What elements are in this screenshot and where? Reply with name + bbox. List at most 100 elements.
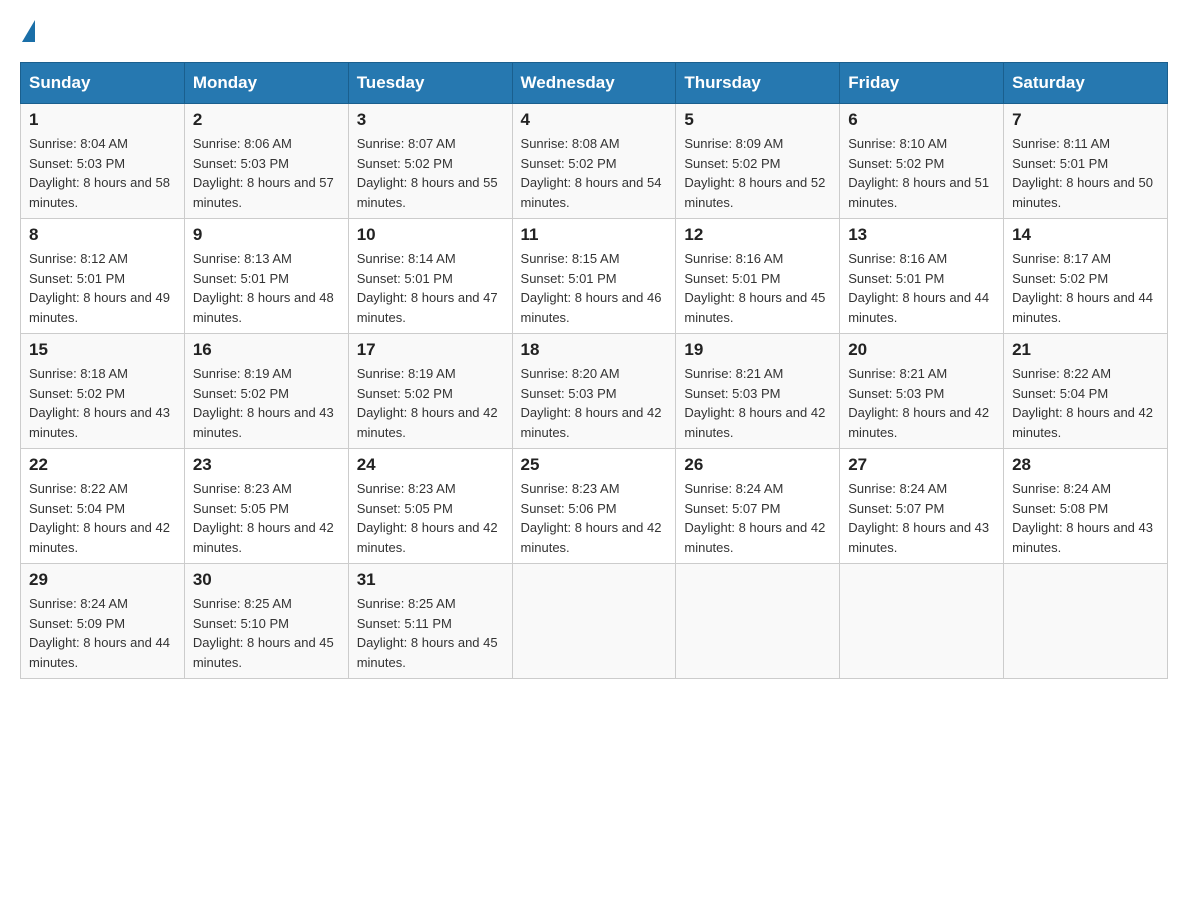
day-info: Sunrise: 8:24 AMSunset: 5:07 PMDaylight:… [848, 479, 995, 557]
day-number: 23 [193, 455, 340, 475]
calendar-cell [676, 564, 840, 679]
calendar-cell: 29 Sunrise: 8:24 AMSunset: 5:09 PMDayligh… [21, 564, 185, 679]
day-number: 20 [848, 340, 995, 360]
day-info: Sunrise: 8:24 AMSunset: 5:09 PMDaylight:… [29, 594, 176, 672]
day-info: Sunrise: 8:23 AMSunset: 5:06 PMDaylight:… [521, 479, 668, 557]
day-info: Sunrise: 8:23 AMSunset: 5:05 PMDaylight:… [193, 479, 340, 557]
header-thursday: Thursday [676, 63, 840, 104]
day-number: 9 [193, 225, 340, 245]
calendar-cell: 15 Sunrise: 8:18 AMSunset: 5:02 PMDayligh… [21, 334, 185, 449]
day-info: Sunrise: 8:17 AMSunset: 5:02 PMDaylight:… [1012, 249, 1159, 327]
day-number: 17 [357, 340, 504, 360]
day-number: 6 [848, 110, 995, 130]
day-number: 2 [193, 110, 340, 130]
calendar-week-row: 8 Sunrise: 8:12 AMSunset: 5:01 PMDaylight… [21, 219, 1168, 334]
day-info: Sunrise: 8:09 AMSunset: 5:02 PMDaylight:… [684, 134, 831, 212]
calendar-cell: 14 Sunrise: 8:17 AMSunset: 5:02 PMDayligh… [1004, 219, 1168, 334]
calendar-cell: 2 Sunrise: 8:06 AMSunset: 5:03 PMDaylight… [184, 104, 348, 219]
day-number: 30 [193, 570, 340, 590]
logo [20, 20, 35, 42]
day-info: Sunrise: 8:14 AMSunset: 5:01 PMDaylight:… [357, 249, 504, 327]
day-number: 19 [684, 340, 831, 360]
day-number: 16 [193, 340, 340, 360]
day-info: Sunrise: 8:06 AMSunset: 5:03 PMDaylight:… [193, 134, 340, 212]
day-info: Sunrise: 8:19 AMSunset: 5:02 PMDaylight:… [193, 364, 340, 442]
day-info: Sunrise: 8:22 AMSunset: 5:04 PMDaylight:… [29, 479, 176, 557]
calendar-cell: 3Sunrise: 8:07 AMSunset: 5:02 PMDaylight… [348, 104, 512, 219]
calendar-cell: 23 Sunrise: 8:23 AMSunset: 5:05 PMDayligh… [184, 449, 348, 564]
header-tuesday: Tuesday [348, 63, 512, 104]
calendar-cell: 28Sunrise: 8:24 AMSunset: 5:08 PMDayligh… [1004, 449, 1168, 564]
header-saturday: Saturday [1004, 63, 1168, 104]
day-info: Sunrise: 8:07 AMSunset: 5:02 PMDaylight:… [357, 134, 504, 212]
day-number: 1 [29, 110, 176, 130]
calendar-cell: 13 Sunrise: 8:16 AMSunset: 5:01 PMDayligh… [840, 219, 1004, 334]
header-wednesday: Wednesday [512, 63, 676, 104]
day-number: 15 [29, 340, 176, 360]
calendar-week-row: 22 Sunrise: 8:22 AMSunset: 5:04 PMDayligh… [21, 449, 1168, 564]
day-info: Sunrise: 8:15 AMSunset: 5:01 PMDaylight:… [521, 249, 668, 327]
day-info: Sunrise: 8:16 AMSunset: 5:01 PMDaylight:… [684, 249, 831, 327]
calendar-cell: 22 Sunrise: 8:22 AMSunset: 5:04 PMDayligh… [21, 449, 185, 564]
day-number: 10 [357, 225, 504, 245]
calendar-week-row: 29 Sunrise: 8:24 AMSunset: 5:09 PMDayligh… [21, 564, 1168, 679]
calendar-cell: 9 Sunrise: 8:13 AMSunset: 5:01 PMDaylight… [184, 219, 348, 334]
day-number: 11 [521, 225, 668, 245]
day-info: Sunrise: 8:20 AMSunset: 5:03 PMDaylight:… [521, 364, 668, 442]
day-info: Sunrise: 8:21 AMSunset: 5:03 PMDaylight:… [848, 364, 995, 442]
day-info: Sunrise: 8:22 AMSunset: 5:04 PMDaylight:… [1012, 364, 1159, 442]
calendar-cell: 12Sunrise: 8:16 AMSunset: 5:01 PMDayligh… [676, 219, 840, 334]
day-info: Sunrise: 8:08 AMSunset: 5:02 PMDaylight:… [521, 134, 668, 212]
day-number: 27 [848, 455, 995, 475]
day-number: 18 [521, 340, 668, 360]
calendar-cell: 21 Sunrise: 8:22 AMSunset: 5:04 PMDayligh… [1004, 334, 1168, 449]
calendar-cell: 31Sunrise: 8:25 AMSunset: 5:11 PMDayligh… [348, 564, 512, 679]
day-number: 13 [848, 225, 995, 245]
calendar-cell: 7 Sunrise: 8:11 AMSunset: 5:01 PMDaylight… [1004, 104, 1168, 219]
day-info: Sunrise: 8:10 AMSunset: 5:02 PMDaylight:… [848, 134, 995, 212]
header-friday: Friday [840, 63, 1004, 104]
calendar-cell: 4Sunrise: 8:08 AMSunset: 5:02 PMDaylight… [512, 104, 676, 219]
day-number: 21 [1012, 340, 1159, 360]
day-info: Sunrise: 8:04 AMSunset: 5:03 PMDaylight:… [29, 134, 176, 212]
calendar-cell: 8 Sunrise: 8:12 AMSunset: 5:01 PMDaylight… [21, 219, 185, 334]
calendar-cell [1004, 564, 1168, 679]
day-info: Sunrise: 8:24 AMSunset: 5:07 PMDaylight:… [684, 479, 831, 557]
day-number: 25 [521, 455, 668, 475]
day-info: Sunrise: 8:19 AMSunset: 5:02 PMDaylight:… [357, 364, 504, 442]
calendar-cell: 20 Sunrise: 8:21 AMSunset: 5:03 PMDayligh… [840, 334, 1004, 449]
calendar-header-row: SundayMondayTuesdayWednesdayThursdayFrid… [21, 63, 1168, 104]
day-number: 14 [1012, 225, 1159, 245]
day-info: Sunrise: 8:16 AMSunset: 5:01 PMDaylight:… [848, 249, 995, 327]
day-info: Sunrise: 8:13 AMSunset: 5:01 PMDaylight:… [193, 249, 340, 327]
calendar-cell: 16 Sunrise: 8:19 AMSunset: 5:02 PMDayligh… [184, 334, 348, 449]
calendar-cell: 6 Sunrise: 8:10 AMSunset: 5:02 PMDaylight… [840, 104, 1004, 219]
calendar-cell: 24 Sunrise: 8:23 AMSunset: 5:05 PMDayligh… [348, 449, 512, 564]
calendar-cell: 25 Sunrise: 8:23 AMSunset: 5:06 PMDayligh… [512, 449, 676, 564]
day-number: 8 [29, 225, 176, 245]
calendar-cell: 26 Sunrise: 8:24 AMSunset: 5:07 PMDayligh… [676, 449, 840, 564]
calendar-cell [512, 564, 676, 679]
day-number: 31 [357, 570, 504, 590]
day-number: 5 [684, 110, 831, 130]
calendar-cell: 1 Sunrise: 8:04 AMSunset: 5:03 PMDaylight… [21, 104, 185, 219]
day-info: Sunrise: 8:12 AMSunset: 5:01 PMDaylight:… [29, 249, 176, 327]
calendar-cell: 30Sunrise: 8:25 AMSunset: 5:10 PMDayligh… [184, 564, 348, 679]
header-sunday: Sunday [21, 63, 185, 104]
calendar-cell: 11 Sunrise: 8:15 AMSunset: 5:01 PMDayligh… [512, 219, 676, 334]
day-info: Sunrise: 8:21 AMSunset: 5:03 PMDaylight:… [684, 364, 831, 442]
day-number: 7 [1012, 110, 1159, 130]
day-info: Sunrise: 8:24 AMSunset: 5:08 PMDaylight:… [1012, 479, 1159, 557]
calendar-cell: 18 Sunrise: 8:20 AMSunset: 5:03 PMDayligh… [512, 334, 676, 449]
calendar-week-row: 15 Sunrise: 8:18 AMSunset: 5:02 PMDayligh… [21, 334, 1168, 449]
day-number: 22 [29, 455, 176, 475]
day-info: Sunrise: 8:23 AMSunset: 5:05 PMDaylight:… [357, 479, 504, 557]
day-number: 24 [357, 455, 504, 475]
day-info: Sunrise: 8:18 AMSunset: 5:02 PMDaylight:… [29, 364, 176, 442]
day-number: 29 [29, 570, 176, 590]
calendar-cell: 5 Sunrise: 8:09 AMSunset: 5:02 PMDaylight… [676, 104, 840, 219]
day-number: 26 [684, 455, 831, 475]
calendar-cell: 10 Sunrise: 8:14 AMSunset: 5:01 PMDayligh… [348, 219, 512, 334]
day-info: Sunrise: 8:11 AMSunset: 5:01 PMDaylight:… [1012, 134, 1159, 212]
calendar-cell: 19 Sunrise: 8:21 AMSunset: 5:03 PMDayligh… [676, 334, 840, 449]
